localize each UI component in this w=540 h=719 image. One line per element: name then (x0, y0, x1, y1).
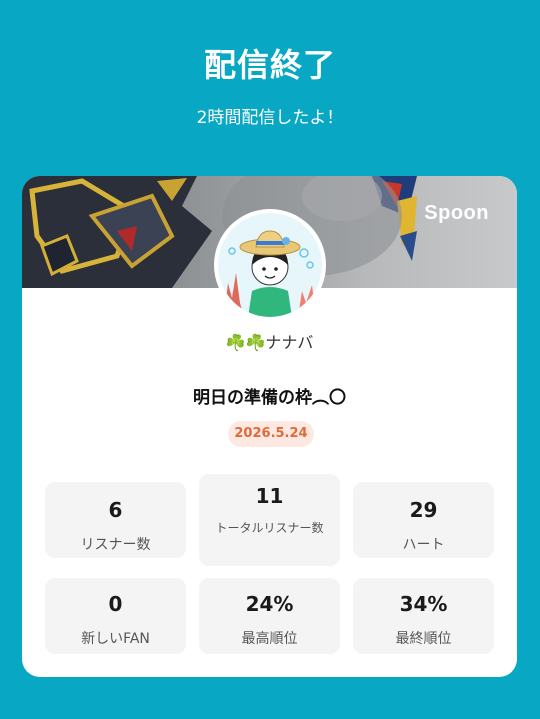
date-badge: 2026.5.24 (228, 421, 314, 447)
spoon-logo: Spoon (424, 202, 489, 224)
stat-label: 新しいFAN (81, 631, 150, 647)
stat-new-fans: 0 新しいFAN (45, 578, 186, 654)
broadcast-summary-card: Spoon ☘️☘️ナナバ 明日の準備の枠︵〇 2026.5.24 6 リスナー… (22, 176, 517, 677)
stat-label: 最高順位 (241, 631, 298, 647)
stat-label: リスナー数 (80, 537, 151, 553)
stat-label: 最終順位 (395, 631, 452, 647)
stat-value: 24% (245, 592, 294, 616)
page-subtitle: 2時間配信したよ！ (196, 108, 344, 128)
stat-value: 6 (108, 498, 123, 522)
stat-total-listeners: 11 トータルリスナー数 (199, 474, 340, 566)
avatar-image (218, 213, 322, 317)
stat-final-rank: 34% 最終順位 (353, 578, 494, 654)
username: ☘️☘️ナナバ (22, 329, 517, 353)
stat-hearts: 29 ハート (353, 482, 494, 558)
stat-value: 11 (255, 484, 284, 508)
username-text: ナナバ (265, 333, 314, 352)
stat-label: トータルリスナー数 (215, 521, 324, 535)
stat-value: 0 (108, 592, 123, 616)
stat-label: ハート (402, 537, 445, 553)
live-title: 明日の準備の枠︵〇 (193, 388, 346, 408)
avatar[interactable] (214, 209, 326, 321)
page-title: 配信終了 (203, 46, 336, 84)
stat-listeners: 6 リスナー数 (45, 482, 186, 558)
stat-value: 34% (399, 592, 448, 616)
stat-value: 29 (409, 498, 438, 522)
clover-icon: ☘️☘️ (225, 333, 266, 352)
stat-highest-rank: 24% 最高順位 (199, 578, 340, 654)
